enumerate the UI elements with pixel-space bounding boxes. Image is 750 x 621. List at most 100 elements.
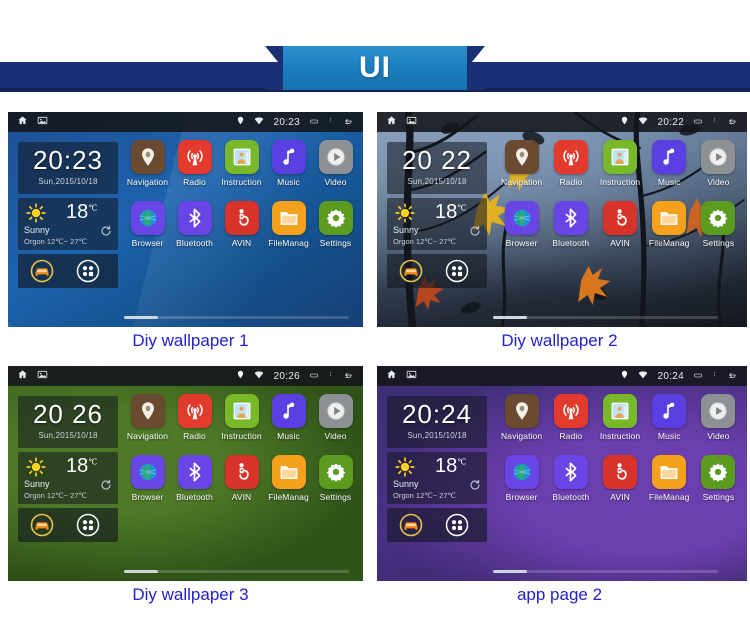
app-bluetooth[interactable]: Bluetooth: [546, 201, 595, 248]
app-video[interactable]: Video: [694, 394, 743, 441]
screenshot-icon[interactable]: [406, 113, 417, 131]
app-settings[interactable]: Settings: [312, 455, 359, 502]
gear-icon[interactable]: [318, 455, 353, 489]
app-avin[interactable]: AVIN: [218, 201, 265, 248]
app-drawer-icon[interactable]: [445, 513, 469, 542]
recents-icon[interactable]: [692, 367, 704, 385]
app-instruction[interactable]: Instruction: [595, 394, 644, 441]
clock-widget[interactable]: 20 26 Sun,2015/10/18: [18, 396, 118, 448]
page-indicator-thumb[interactable]: [493, 316, 527, 319]
app-drawer-icon[interactable]: [445, 259, 469, 288]
app-browser[interactable]: Browser: [497, 201, 546, 248]
car-icon[interactable]: [399, 513, 423, 542]
globe-icon[interactable]: [130, 201, 165, 235]
instruction-book-icon[interactable]: [224, 140, 259, 174]
app-bluetooth[interactable]: Bluetooth: [546, 455, 595, 502]
app-instruction[interactable]: Instruction: [218, 394, 265, 441]
app-browser[interactable]: Browser: [497, 455, 546, 502]
page-indicator-thumb[interactable]: [124, 316, 158, 319]
app-settings[interactable]: Settings: [694, 455, 743, 502]
app-avin[interactable]: AVIN: [595, 455, 644, 502]
car-icon[interactable]: [30, 513, 54, 542]
back-icon[interactable]: [341, 367, 354, 385]
gear-icon[interactable]: [701, 201, 736, 235]
app-filemanag[interactable]: FileManag: [645, 455, 694, 502]
music-note-icon[interactable]: [271, 140, 306, 174]
recents-icon[interactable]: [308, 367, 320, 385]
app-video[interactable]: Video: [694, 140, 743, 187]
home-icon[interactable]: [17, 113, 28, 131]
car-icon[interactable]: [30, 259, 54, 288]
recents-icon[interactable]: [308, 113, 320, 131]
app-browser[interactable]: Browser: [124, 201, 171, 248]
radio-tower-icon[interactable]: [177, 140, 212, 174]
map-pin-icon[interactable]: [504, 394, 539, 428]
folder-icon[interactable]: [652, 201, 687, 235]
folder-icon[interactable]: [271, 455, 306, 489]
device-screen-3[interactable]: 20:26 20 26 Sun,2015/10/18 18℃ Sunny Orgon 12…: [8, 366, 363, 581]
app-radio[interactable]: Radio: [171, 394, 218, 441]
device-screen-1[interactable]: 20:23 20:23 Sun,2015/10/18 18℃ Sunny Orgon 12…: [8, 112, 363, 327]
instruction-book-icon[interactable]: [224, 394, 259, 428]
avin-icon[interactable]: [224, 455, 259, 489]
globe-icon[interactable]: [504, 201, 539, 235]
page-indicator[interactable]: [493, 316, 718, 319]
device-screen-4[interactable]: 20:24 20:24 Sun,2015/10/18 18℃ Sunny Orgon 12…: [377, 366, 747, 581]
globe-icon[interactable]: [130, 455, 165, 489]
app-music[interactable]: Music: [645, 394, 694, 441]
music-note-icon[interactable]: [271, 394, 306, 428]
app-bluetooth[interactable]: Bluetooth: [171, 455, 218, 502]
app-drawer-icon[interactable]: [76, 513, 100, 542]
recents-icon[interactable]: [692, 113, 704, 131]
page-indicator[interactable]: [124, 316, 349, 319]
folder-icon[interactable]: [652, 455, 687, 489]
play-circle-icon[interactable]: [318, 394, 353, 428]
app-filemanag[interactable]: FileManag: [645, 201, 694, 248]
refresh-icon[interactable]: [100, 224, 112, 242]
app-instruction[interactable]: Instruction: [218, 140, 265, 187]
music-note-icon[interactable]: [652, 394, 687, 428]
app-radio[interactable]: Radio: [171, 140, 218, 187]
radio-tower-icon[interactable]: [553, 140, 588, 174]
app-video[interactable]: Video: [312, 140, 359, 187]
app-settings[interactable]: Settings: [694, 201, 743, 248]
bluetooth-icon[interactable]: [553, 455, 588, 489]
app-filemanag[interactable]: FileManag: [265, 455, 312, 502]
overflow-menu-icon[interactable]: [712, 367, 717, 385]
page-indicator[interactable]: [124, 570, 349, 573]
page-indicator-thumb[interactable]: [124, 570, 158, 573]
app-settings[interactable]: Settings: [312, 201, 359, 248]
device-screen-2[interactable]: 20:22 20 22 Sun,2015/10/18 18℃ Sunny Orgon 12…: [377, 112, 747, 327]
screenshot-icon[interactable]: [406, 367, 417, 385]
overflow-menu-icon[interactable]: [328, 113, 333, 131]
refresh-icon[interactable]: [469, 478, 481, 496]
page-indicator-thumb[interactable]: [493, 570, 527, 573]
back-icon[interactable]: [341, 113, 354, 131]
refresh-icon[interactable]: [100, 478, 112, 496]
clock-widget[interactable]: 20:23 Sun,2015/10/18: [18, 142, 118, 194]
app-navigation[interactable]: Navigation: [497, 394, 546, 441]
app-instruction[interactable]: Instruction: [595, 140, 644, 187]
app-music[interactable]: Music: [265, 394, 312, 441]
clock-widget[interactable]: 20 22 Sun,2015/10/18: [387, 142, 487, 194]
app-bluetooth[interactable]: Bluetooth: [171, 201, 218, 248]
page-indicator[interactable]: [493, 570, 718, 573]
app-navigation[interactable]: Navigation: [124, 140, 171, 187]
app-radio[interactable]: Radio: [546, 394, 595, 441]
back-icon[interactable]: [725, 113, 738, 131]
app-drawer-icon[interactable]: [76, 259, 100, 288]
screenshot-icon[interactable]: [37, 367, 48, 385]
instruction-book-icon[interactable]: [603, 140, 637, 174]
instruction-book-icon[interactable]: [603, 394, 637, 428]
gear-icon[interactable]: [701, 455, 736, 489]
bluetooth-icon[interactable]: [177, 455, 212, 489]
avin-icon[interactable]: [603, 201, 637, 235]
map-pin-icon[interactable]: [504, 140, 539, 174]
screenshot-icon[interactable]: [37, 113, 48, 131]
play-circle-icon[interactable]: [701, 140, 736, 174]
car-icon[interactable]: [399, 259, 423, 288]
app-radio[interactable]: Radio: [546, 140, 595, 187]
overflow-menu-icon[interactable]: [328, 367, 333, 385]
app-avin[interactable]: AVIN: [218, 455, 265, 502]
app-navigation[interactable]: Navigation: [497, 140, 546, 187]
